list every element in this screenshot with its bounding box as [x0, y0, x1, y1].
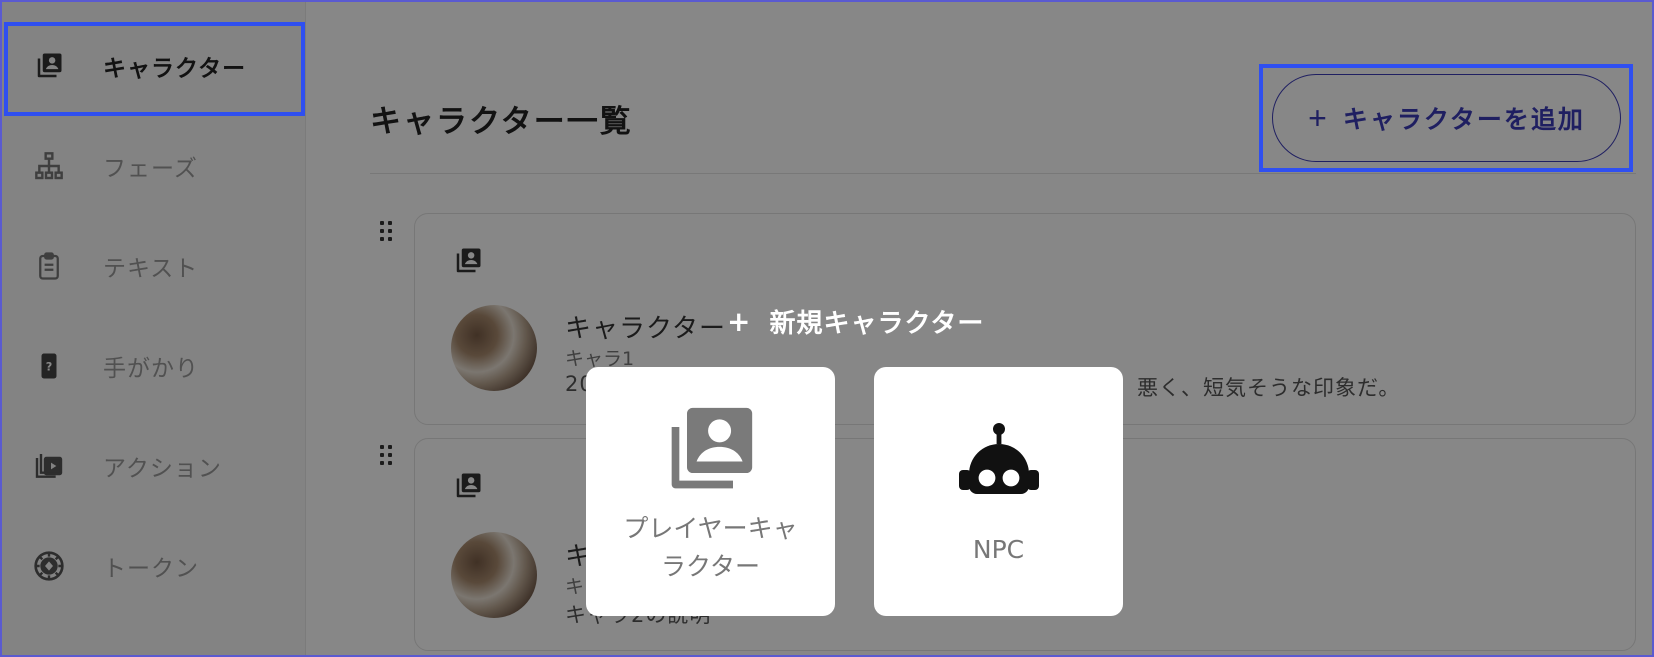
highlight-add-button: [1259, 64, 1633, 172]
popup-title-text: 新規キャラクター: [769, 309, 985, 339]
plus-icon: +: [727, 305, 752, 338]
robot-icon: [951, 422, 1047, 514]
highlight-sidebar-characters: [4, 22, 305, 116]
new-character-popup-title: + 新規キャラクター: [727, 303, 984, 340]
player-character-option[interactable]: プレイヤーキャ ラクター: [586, 367, 835, 616]
npc-option[interactable]: NPC: [874, 367, 1123, 616]
npc-label: NPC: [972, 535, 1025, 564]
player-character-label-line1: プレイヤーキャ: [623, 514, 798, 543]
player-character-icon: [664, 404, 756, 500]
player-character-label-line2: ラクター: [660, 552, 760, 581]
